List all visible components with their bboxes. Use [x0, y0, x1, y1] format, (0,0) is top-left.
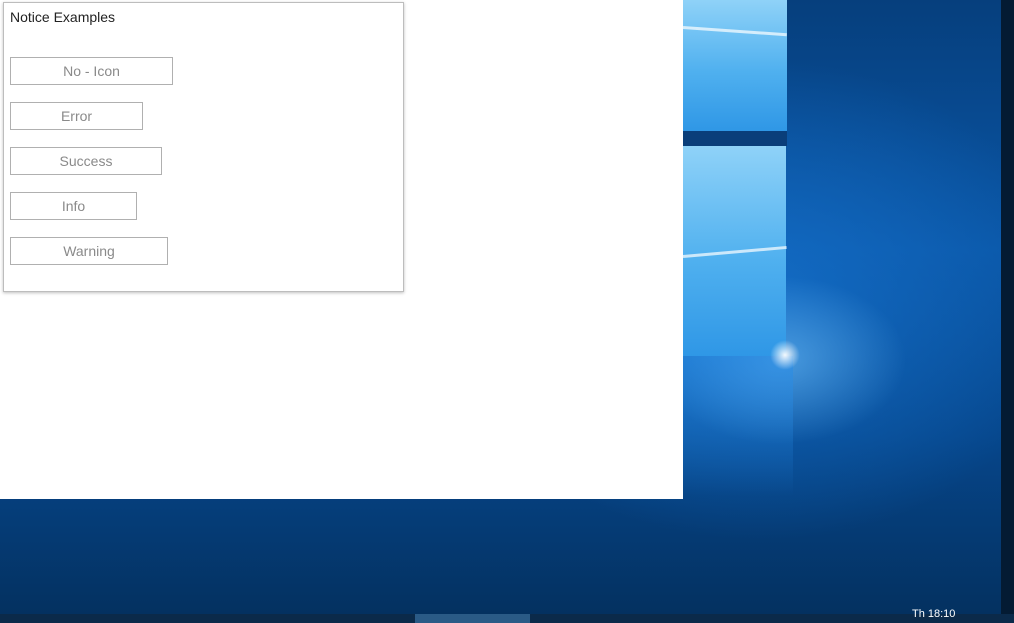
taskbar-active-app[interactable]	[415, 614, 530, 623]
warning-button[interactable]: Warning	[10, 237, 168, 265]
wallpaper-glow	[770, 340, 800, 370]
wallpaper-window-pane	[683, 0, 787, 131]
wallpaper-window-frame	[683, 131, 787, 146]
no-icon-button[interactable]: No - Icon	[10, 57, 173, 85]
panel-title: Notice Examples	[10, 9, 116, 25]
success-button[interactable]: Success	[10, 147, 162, 175]
app-window: Notice Examples No - Icon Error Success …	[0, 0, 683, 499]
error-button[interactable]: Error	[10, 102, 143, 130]
screen-edge	[1001, 0, 1014, 614]
taskbar-clock[interactable]: Th 18:10	[912, 608, 955, 623]
taskbar: Th 18:10	[0, 608, 1014, 623]
info-button[interactable]: Info	[10, 192, 137, 220]
wallpaper-light-floor	[683, 356, 793, 496]
notice-examples-panel: Notice Examples No - Icon Error Success …	[3, 2, 404, 292]
